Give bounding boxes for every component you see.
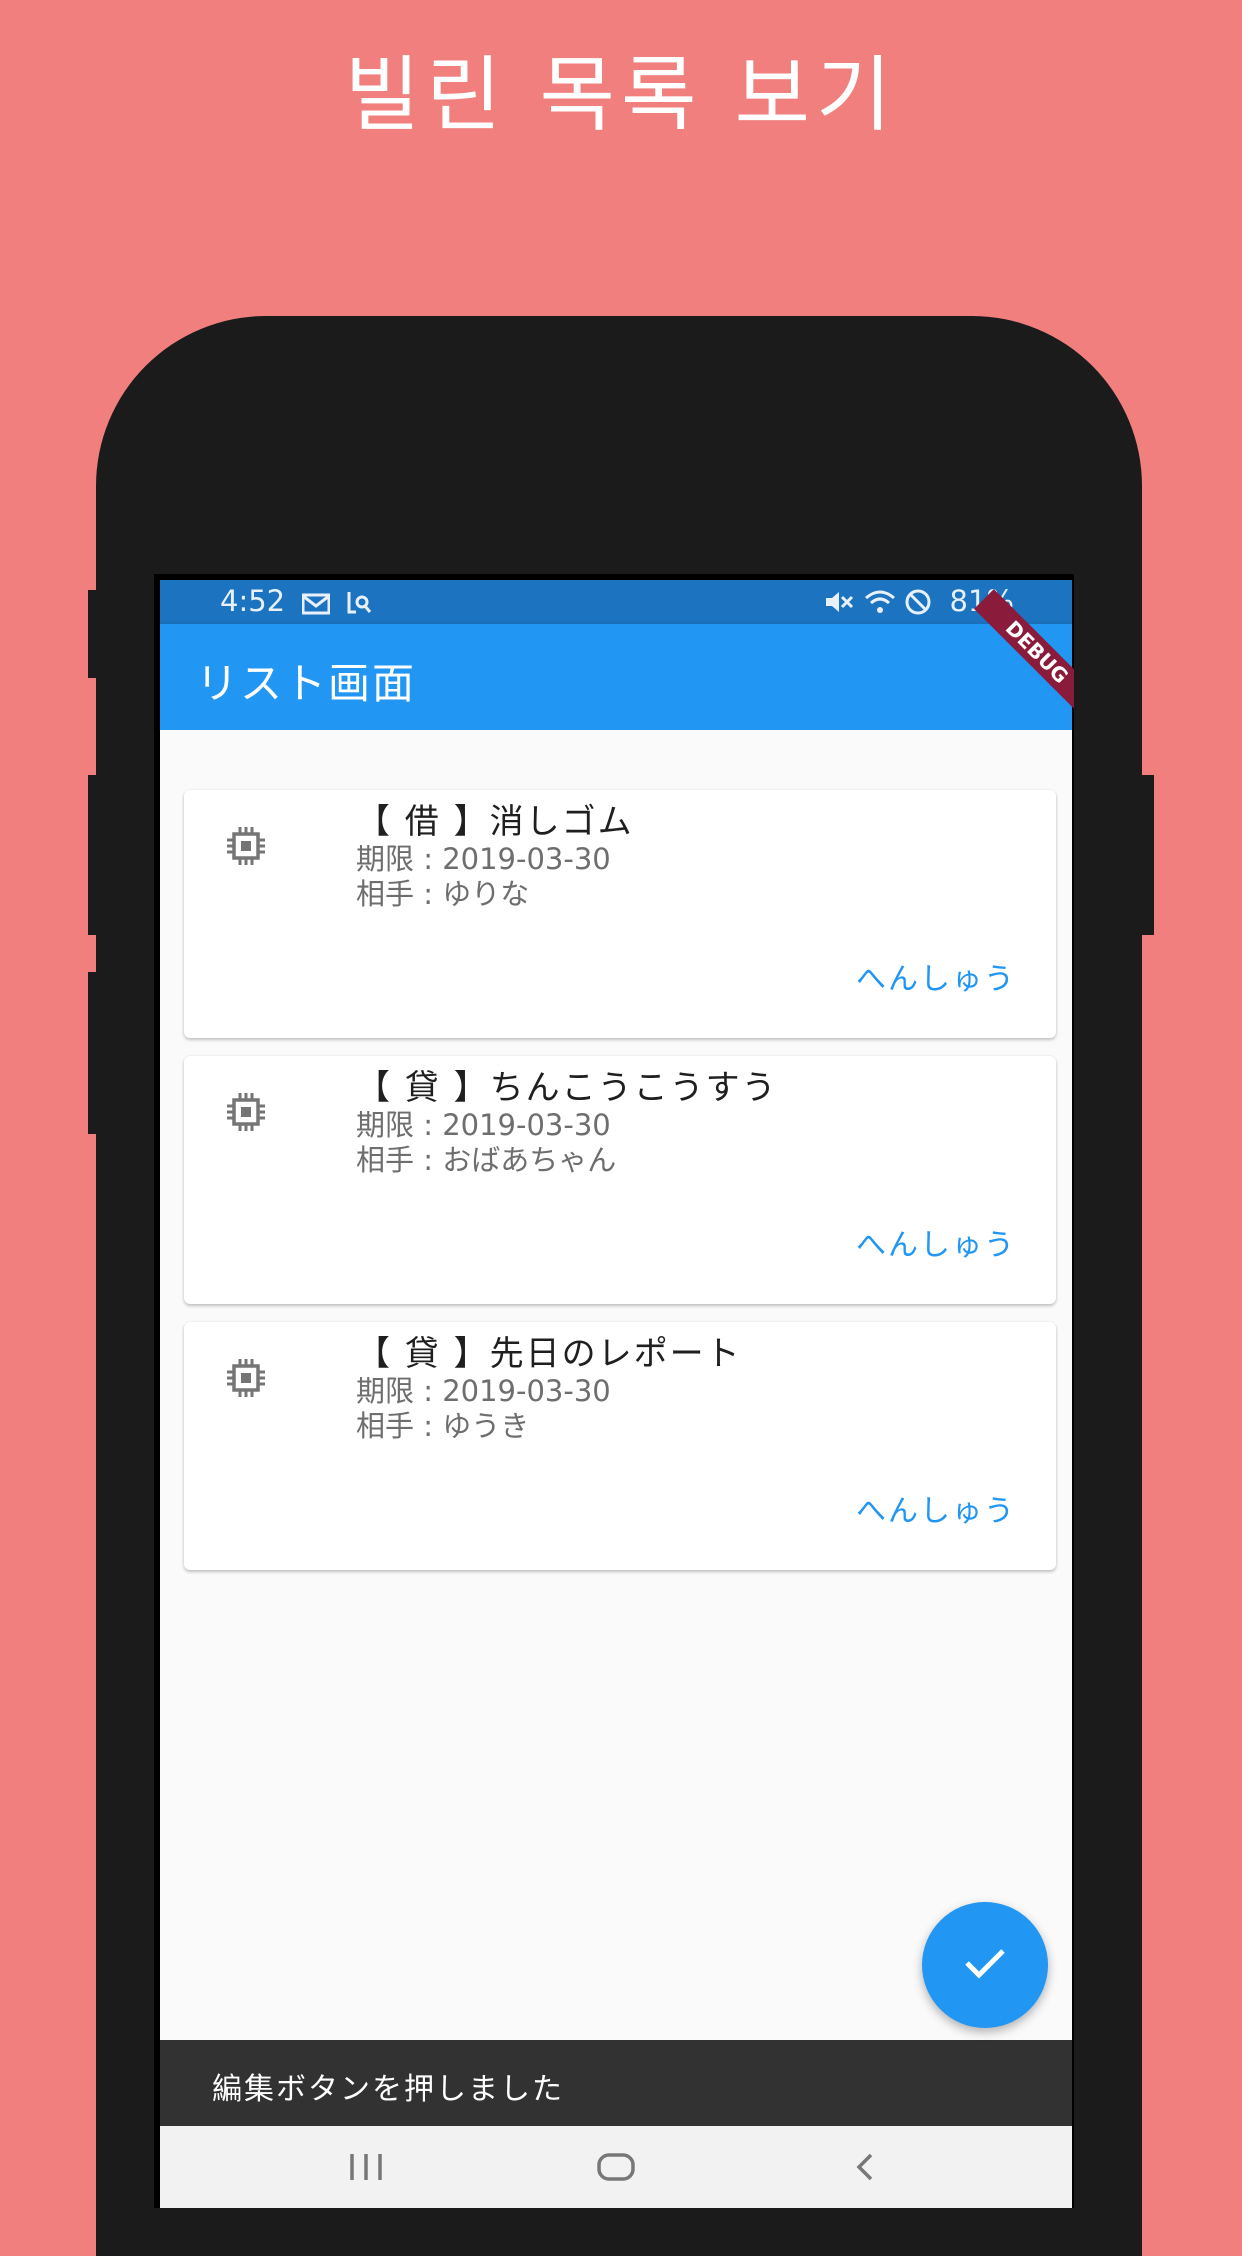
snackbar: 編集ボタンを押しました xyxy=(160,2040,1072,2126)
wifi-icon xyxy=(864,588,896,622)
page-title: リスト画面 xyxy=(196,659,417,708)
system-nav-bar xyxy=(160,2126,1072,2208)
list-item: 【 借 】消しゴム 期限 : 2019-03-30 相手 : ゆりな へんしゅう xyxy=(184,790,1056,1038)
edit-button[interactable]: へんしゅう xyxy=(856,1220,1016,1264)
screenshot-search-icon xyxy=(346,588,372,622)
list-item: 【 貸 】ちんこうこうすう 期限 : 2019-03-30 相手 : おばあちゃ… xyxy=(184,1056,1056,1304)
recent-apps-icon[interactable] xyxy=(336,2142,396,2192)
item-partner: 相手 : ゆりな xyxy=(356,877,530,911)
mute-icon xyxy=(824,588,854,622)
item-partner: 相手 : ゆうき xyxy=(356,1409,530,1443)
do-not-disturb-icon xyxy=(904,588,932,623)
list-item: 【 貸 】先日のレポート 期限 : 2019-03-30 相手 : ゆうき へん… xyxy=(184,1322,1056,1570)
promo-title: 빌린 목록 보기 xyxy=(344,48,898,143)
phone-side-button xyxy=(1142,775,1154,935)
back-icon[interactable] xyxy=(836,2142,896,2192)
item-list: 【 借 】消しゴム 期限 : 2019-03-30 相手 : ゆりな へんしゅう… xyxy=(160,730,1072,2046)
memory-chip-icon xyxy=(224,1090,268,1134)
home-icon[interactable] xyxy=(586,2142,646,2192)
mail-icon xyxy=(301,588,331,622)
memory-chip-icon xyxy=(224,824,268,868)
edit-button[interactable]: へんしゅう xyxy=(856,954,1016,998)
done-button[interactable] xyxy=(922,1902,1048,2028)
app-bar: リスト画面 DEBUG xyxy=(160,589,1074,730)
status-time: 4:52 xyxy=(220,584,286,618)
status-bar: 4:52 81% xyxy=(160,580,1072,624)
snackbar-message: 編集ボタンを押しました xyxy=(212,2072,564,2107)
check-icon xyxy=(963,1946,1007,1984)
edit-button[interactable]: へんしゅう xyxy=(856,1486,1016,1530)
memory-chip-icon xyxy=(224,1356,268,1400)
item-partner: 相手 : おばあちゃん xyxy=(356,1143,617,1177)
